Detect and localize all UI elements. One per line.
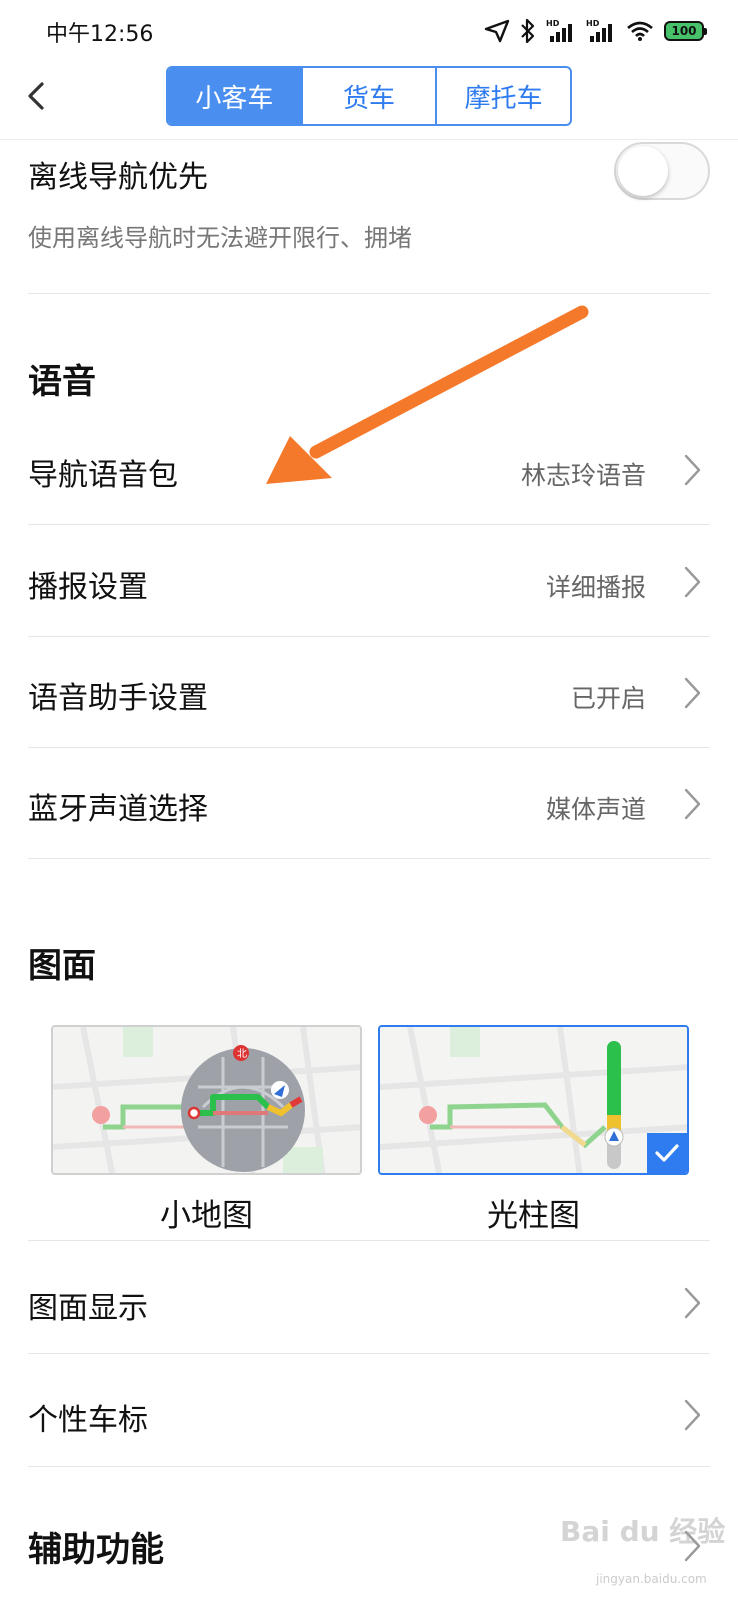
- row-value: 媒体声道: [545, 795, 646, 824]
- checkmark-icon: [655, 1144, 679, 1162]
- back-button[interactable]: [18, 76, 58, 116]
- tab-motorcycle[interactable]: 摩托车: [437, 68, 570, 124]
- mini-map-preview: 北: [53, 1027, 360, 1173]
- row-label: 个性车标: [28, 1403, 148, 1438]
- mini-map-option[interactable]: 北: [51, 1025, 362, 1175]
- tab-truck[interactable]: 货车: [303, 68, 438, 124]
- section-title-display: 图面: [28, 946, 96, 986]
- baidu-watermark-url: jingyan.baidu.com: [596, 1572, 707, 1586]
- bluetooth-icon: [521, 18, 535, 44]
- location-icon: [484, 19, 510, 43]
- section-title-voice: 语音: [28, 362, 96, 402]
- row-label: 播报设置: [28, 570, 148, 605]
- toggle-knob: [618, 146, 668, 196]
- divider: [28, 524, 710, 525]
- divider: [28, 293, 710, 294]
- row-label: 导航语音包: [28, 458, 178, 493]
- light-bar-preview: [380, 1027, 687, 1173]
- battery-level: 100: [671, 24, 697, 38]
- divider: [28, 1466, 710, 1467]
- chevron-right-icon: [684, 1399, 701, 1431]
- chevron-right-icon: [684, 454, 701, 486]
- chevron-right-icon: [684, 1287, 701, 1319]
- chevron-right-icon: [684, 677, 701, 709]
- offline-nav-toggle[interactable]: [614, 142, 710, 200]
- status-icons: HD HD 100: [484, 18, 707, 44]
- row-label: 语音助手设置: [28, 681, 208, 716]
- light-bar-option[interactable]: [378, 1025, 689, 1175]
- offline-nav-description: 使用离线导航时无法避开限行、拥堵: [28, 224, 412, 252]
- svg-text:HD: HD: [546, 19, 560, 28]
- row-label: 蓝牙声道选择: [28, 792, 208, 827]
- mini-map-label: 小地图: [160, 1198, 253, 1234]
- divider: [28, 747, 710, 748]
- light-bar-selected-checkbox: [647, 1133, 687, 1173]
- battery-icon: 100: [664, 21, 707, 41]
- row-label: 图面显示: [28, 1291, 148, 1326]
- offline-nav-title: 离线导航优先: [28, 160, 208, 195]
- tab-car[interactable]: 小客车: [168, 68, 303, 124]
- chevron-right-icon: [684, 788, 701, 820]
- hd-signal-icon: HD: [546, 19, 572, 42]
- header: 小客车 货车 摩托车: [0, 62, 738, 140]
- divider: [28, 636, 710, 637]
- back-arrow-icon: [28, 82, 44, 110]
- divider: [28, 1353, 710, 1354]
- row-value: 林志玲语音: [520, 461, 646, 490]
- row-value: 详细播报: [545, 573, 646, 602]
- divider: [28, 1240, 710, 1241]
- row-value: 已开启: [570, 684, 646, 713]
- wifi-icon: [627, 21, 653, 41]
- vehicle-type-tabs: 小客车 货车 摩托车: [166, 66, 572, 126]
- divider: [28, 858, 710, 859]
- chevron-right-icon: [684, 566, 701, 598]
- light-bar-label: 光柱图: [487, 1198, 580, 1234]
- status-time: 中午12:56: [46, 22, 154, 47]
- status-bar: 中午12:56 HD HD 100: [0, 0, 738, 62]
- baidu-watermark: Bai du 经验: [560, 1515, 726, 1548]
- svg-text:HD: HD: [586, 19, 600, 28]
- hd-signal-icon: HD: [586, 19, 612, 42]
- section-title-assist: 辅助功能: [28, 1530, 164, 1570]
- svg-text:北: 北: [237, 1048, 247, 1060]
